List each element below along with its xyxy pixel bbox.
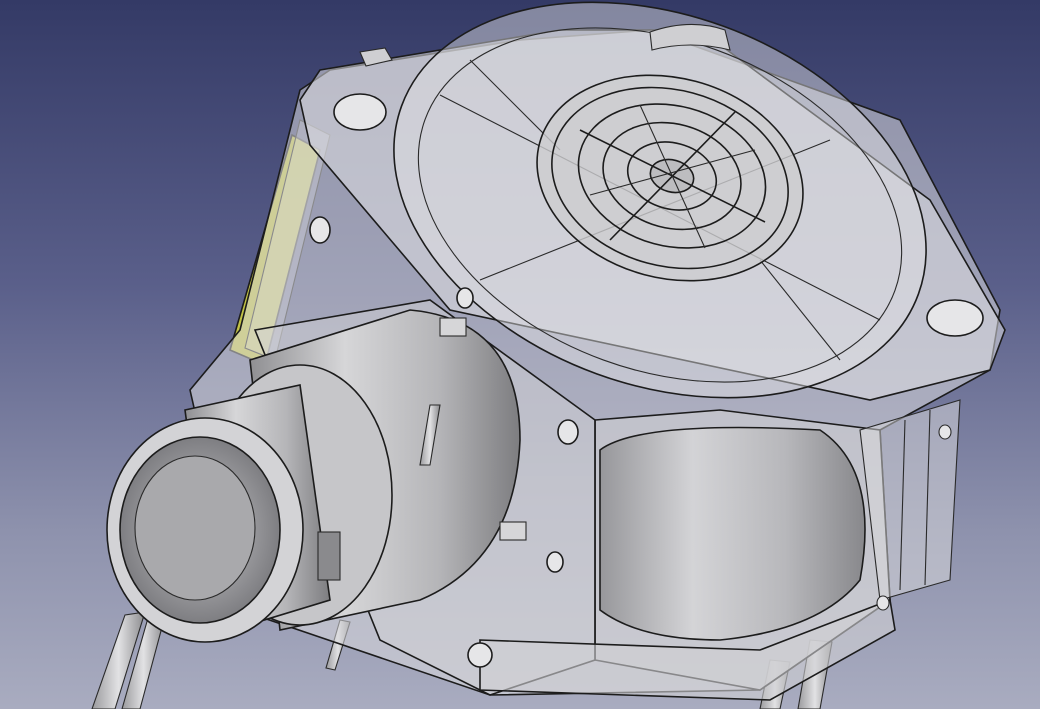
3d-viewport[interactable] (0, 0, 1040, 709)
model-scene[interactable] (0, 0, 1040, 709)
